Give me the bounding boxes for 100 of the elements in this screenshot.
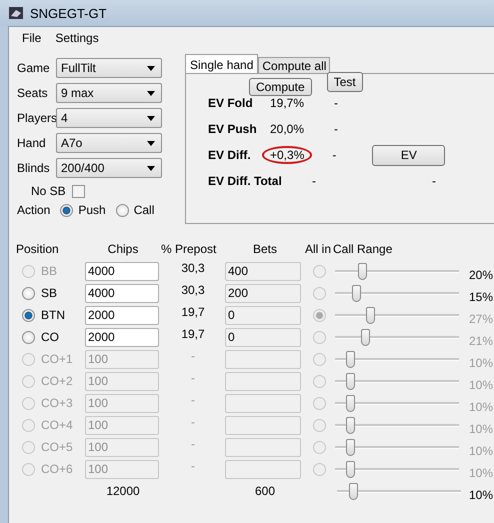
bets-field[interactable] <box>225 416 301 434</box>
field-label: Players <box>17 110 56 124</box>
app-icon <box>8 5 24 21</box>
range-value: 20% <box>468 268 493 282</box>
radio-label: Push <box>78 203 106 217</box>
position-label: BB <box>41 264 58 278</box>
column-header: % Prepost <box>161 242 218 256</box>
result-value: - <box>312 174 317 188</box>
slider-thumb[interactable] <box>349 482 358 500</box>
range-value: 15% <box>468 290 493 304</box>
prepost-value: 19,7 <box>180 326 206 341</box>
dropdown[interactable]: 4 <box>56 108 162 128</box>
checkbox-label: No SB <box>31 184 66 198</box>
caret-icon <box>147 116 155 120</box>
prepost-value: - <box>190 370 196 385</box>
ev-button[interactable]: EV <box>372 144 446 166</box>
bets-field[interactable]: 0 <box>225 306 301 324</box>
bets-field[interactable] <box>225 350 301 368</box>
bets-field[interactable] <box>225 372 301 390</box>
result-value: 19,7% <box>270 96 306 110</box>
caret-icon <box>147 66 155 70</box>
radio-button[interactable] <box>312 308 326 322</box>
bets-field[interactable]: 0 <box>225 328 301 346</box>
tab[interactable]: Single hand <box>185 54 258 74</box>
column-header: Chips <box>106 242 140 256</box>
range-value: 10% <box>468 356 493 370</box>
position-label: CO+2 <box>41 374 73 388</box>
range-value: 10% <box>468 444 493 458</box>
chips-field[interactable]: 2000 <box>85 328 159 346</box>
radio-button[interactable] <box>116 204 129 216</box>
bets-field[interactable] <box>225 394 301 412</box>
test-button[interactable]: Test <box>326 72 363 92</box>
field-label: Action <box>17 203 50 217</box>
window-title: SNGEGT-GT <box>30 6 107 20</box>
field-label: Hand <box>17 136 47 150</box>
dropdown[interactable]: FullTilt <box>56 58 162 78</box>
range-value: 10% <box>468 488 493 502</box>
dropdown[interactable]: 9 max <box>56 82 162 102</box>
result-note: - <box>432 174 437 188</box>
position-label: CO+4 <box>41 418 73 432</box>
position-label: CO+3 <box>41 396 73 410</box>
position-label: CO+5 <box>41 440 73 454</box>
prepost-value: - <box>190 348 196 363</box>
radio-button[interactable] <box>22 308 35 322</box>
menu-item[interactable]: Settings <box>55 31 99 51</box>
chips-field[interactable]: 4000 <box>85 284 159 302</box>
radio-button[interactable] <box>22 286 35 300</box>
bets-field[interactable] <box>225 438 301 456</box>
radio-button[interactable] <box>312 330 326 344</box>
caret-icon <box>147 90 155 96</box>
radio-button[interactable] <box>22 330 35 344</box>
prepost-value: - <box>190 436 196 451</box>
range-value: 10% <box>468 422 493 436</box>
result-label: EV Diff. Total <box>208 174 283 188</box>
slider-thumb[interactable] <box>366 306 375 324</box>
prepost-value: - <box>190 458 196 473</box>
checkbox[interactable] <box>72 184 85 198</box>
range-value: 10% <box>468 400 493 414</box>
field-label: Game <box>17 60 51 74</box>
result-note: - <box>334 96 339 110</box>
bets-field[interactable]: 200 <box>225 284 301 302</box>
chips-field[interactable]: 2000 <box>85 306 159 324</box>
column-header: Position <box>16 242 60 256</box>
field-label: Blinds <box>17 160 51 174</box>
chips-total: 12000 <box>105 484 141 498</box>
radio-label: Call <box>134 203 154 217</box>
tab[interactable]: Compute all <box>258 57 330 74</box>
range-value: 10% <box>468 378 493 392</box>
position-label: CO <box>41 330 59 344</box>
range-value: 27% <box>468 312 493 326</box>
prepost-value: 19,7 <box>180 304 206 319</box>
result-value: 20,0% <box>270 122 306 136</box>
field-label: Seats <box>17 86 49 100</box>
range-value: 10% <box>468 466 493 480</box>
slider-thumb[interactable] <box>360 328 370 346</box>
position-label: BTN <box>41 308 65 322</box>
result-label: EV Push <box>208 122 258 136</box>
column-header: Bets <box>252 242 278 256</box>
column-header: All in <box>305 242 332 256</box>
position-label: CO+6 <box>41 462 73 476</box>
position-label: SB <box>41 286 58 300</box>
bets-field[interactable] <box>225 460 301 478</box>
result-value: +0,3% <box>262 146 312 164</box>
compute-button[interactable]: Compute <box>249 78 312 96</box>
column-header: Call Range <box>333 242 394 256</box>
dropdown[interactable]: 200/400 <box>56 158 162 178</box>
radio-button[interactable] <box>312 286 326 300</box>
bets-total: 600 <box>254 484 276 498</box>
caret-icon <box>147 140 155 146</box>
range-value: 21% <box>468 334 493 348</box>
radio-button[interactable] <box>60 204 74 216</box>
prepost-value: 30,3 <box>180 282 206 297</box>
prepost-value: 30,3 <box>180 260 206 275</box>
position-label: CO+1 <box>41 352 73 366</box>
result-note: - <box>332 148 338 162</box>
result-label: EV Diff. <box>208 148 252 162</box>
menu-item[interactable]: File <box>22 31 42 51</box>
prepost-value: - <box>190 414 196 429</box>
dropdown[interactable]: A7o <box>56 132 162 152</box>
slider-thumb[interactable] <box>352 284 362 302</box>
